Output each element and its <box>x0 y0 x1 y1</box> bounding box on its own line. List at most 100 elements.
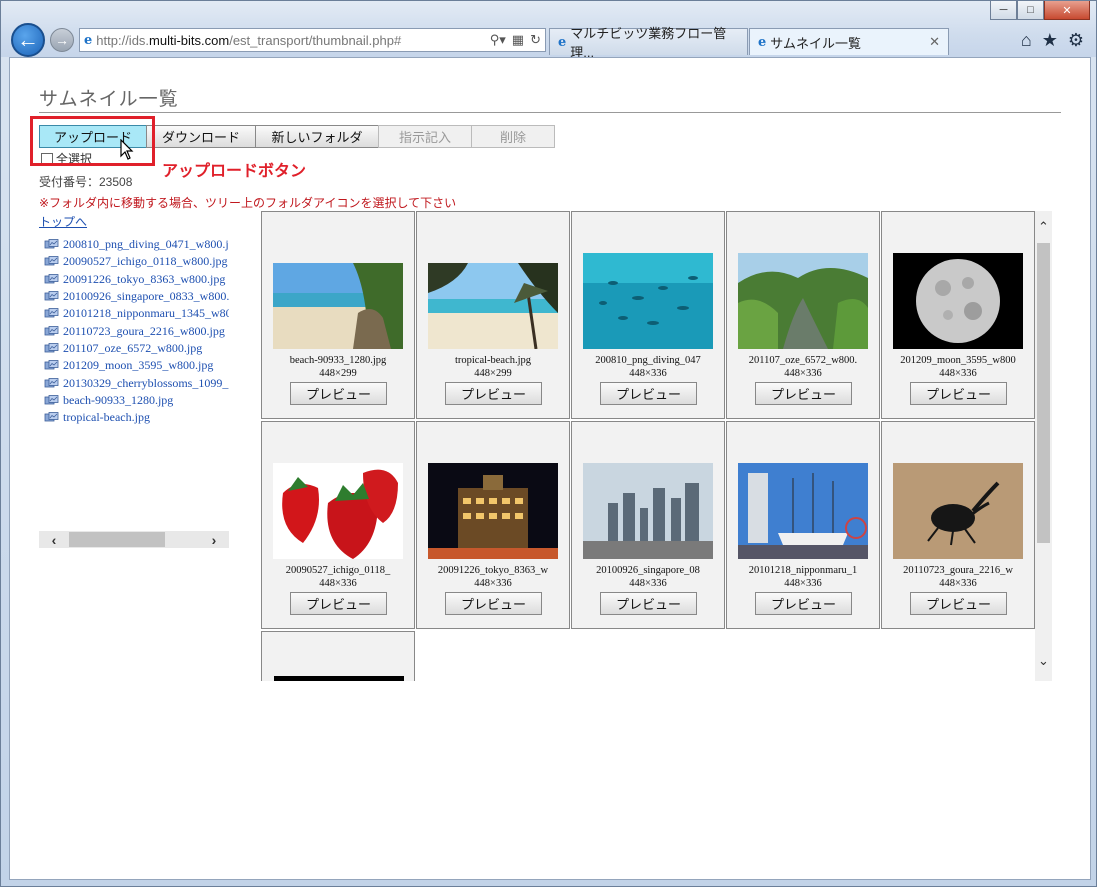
thumbnail-image-wrap <box>882 422 1034 562</box>
strawberry-image[interactable] <box>273 463 403 562</box>
thumbnail-card[interactable]: 20101218_nipponmaru_1 448×336 プレビュー <box>726 421 880 629</box>
preview-button[interactable]: プレビュー <box>445 382 542 405</box>
preview-button[interactable]: プレビュー <box>290 382 387 405</box>
thumbnail-image-wrap <box>262 422 414 562</box>
preview-button[interactable]: プレビュー <box>755 592 852 615</box>
tree-item[interactable]: beach-90933_1280.jpg <box>39 392 229 409</box>
tree-item[interactable]: 20110723_goura_2216_w800.jpg <box>39 322 229 339</box>
tree-item-label: 201209_moon_3595_w800.jpg <box>63 358 214 373</box>
tree-top-link[interactable]: トップへ <box>39 213 229 230</box>
refresh-icon[interactable]: ↻ <box>530 32 541 48</box>
tree-item[interactable]: 20130329_cherryblossoms_1099_ <box>39 374 229 391</box>
tree-horizontal-scrollbar[interactable]: ‹ › <box>39 531 229 548</box>
thumbnail-image-wrap <box>417 212 569 352</box>
preview-button[interactable]: プレビュー <box>600 592 697 615</box>
tree-item-label: tropical-beach.jpg <box>63 410 150 425</box>
browser-window: ─ □ ✕ ← → e http://ids. multi-bits.com/es… <box>0 0 1097 887</box>
thumbnail-card[interactable]: tropical-beach.jpg 448×299 プレビュー <box>416 211 570 419</box>
thumbnail-card[interactable] <box>261 631 415 681</box>
new-folder-button[interactable]: 新しいフォルダ <box>255 125 379 148</box>
thumbnail-card[interactable]: 20100926_singapore_08 448×336 プレビュー <box>571 421 725 629</box>
back-button[interactable]: ← <box>11 23 45 57</box>
tree-item-label: 20130329_cherryblossoms_1099_ <box>63 375 229 390</box>
scroll-left-icon[interactable]: ‹ <box>39 532 69 548</box>
minimize-button[interactable]: ─ <box>990 1 1017 20</box>
scroll-up-icon[interactable]: ⌃ <box>1035 219 1052 239</box>
tree-item[interactable]: 20101218_nipponmaru_1345_w80 <box>39 305 229 322</box>
tree-item[interactable]: 20100926_singapore_0833_w800. <box>39 288 229 305</box>
tab-thumbnail-list[interactable]: e サムネイル一覧 ✕ <box>749 28 949 55</box>
tree-item[interactable]: tropical-beach.jpg <box>39 409 229 426</box>
thumbnail-dimensions: 448×336 <box>784 368 822 379</box>
thumbnail-card[interactable]: 200810_png_diving_047 448×336 プレビュー <box>571 211 725 419</box>
scroll-thumb[interactable] <box>1037 243 1050 543</box>
gear-icon[interactable]: ⚙ <box>1068 30 1084 51</box>
favorites-star-icon[interactable]: ★ <box>1042 30 1058 51</box>
tree-item[interactable]: 20091226_tokyo_8363_w800.jpg <box>39 271 229 288</box>
tree-items: 200810_png_diving_0471_w800.j 20090527_ic… <box>39 236 229 426</box>
address-bar[interactable]: e http://ids. multi-bits.com/est_transpor… <box>79 28 546 52</box>
river-image[interactable] <box>738 253 868 352</box>
image-file-icon <box>44 256 59 266</box>
thumbnail-card[interactable]: 20090527_ichigo_0118_ 448×336 プレビュー <box>261 421 415 629</box>
compat-view-icon[interactable]: ▦ <box>512 32 524 48</box>
tropical-beach-image[interactable] <box>428 263 558 352</box>
preview-button[interactable]: プレビュー <box>290 592 387 615</box>
forward-button[interactable]: → <box>50 28 74 52</box>
thumbnail-dimensions: 448×336 <box>939 368 977 379</box>
thumbnail-image-wrap <box>417 422 569 562</box>
thumbnail-card[interactable]: beach-90933_1280.jpg 448×299 プレビュー <box>261 211 415 419</box>
preview-button[interactable]: プレビュー <box>445 592 542 615</box>
thumbnail-dimensions: 448×299 <box>474 368 512 379</box>
scroll-down-icon[interactable]: ⌄ <box>1035 653 1052 673</box>
download-button[interactable]: ダウンロード <box>146 125 256 148</box>
image-file-icon <box>44 308 59 318</box>
preview-button[interactable]: プレビュー <box>910 592 1007 615</box>
preview-button[interactable]: プレビュー <box>600 382 697 405</box>
singapore-skyline-image[interactable] <box>583 463 713 562</box>
address-prefix: http://ids. <box>96 32 150 48</box>
tree-item[interactable]: 201107_oze_6572_w800.jpg <box>39 340 229 357</box>
home-icon[interactable]: ⌂ <box>1021 30 1032 51</box>
tab-workflow[interactable]: e マルチビッツ業務フロー管理... <box>549 26 748 60</box>
image-file-icon <box>44 377 59 387</box>
close-tab-icon[interactable]: ✕ <box>929 34 940 50</box>
thumbnail-filename: 20091226_tokyo_8363_w <box>437 565 549 576</box>
window-controls: ─ □ ✕ <box>990 1 1090 20</box>
thumbnail-filename: 20101218_nipponmaru_1 <box>748 565 858 576</box>
tree-item[interactable]: 20090527_ichigo_0118_w800.jpg <box>39 253 229 270</box>
thumbnail-filename: beach-90933_1280.jpg <box>289 355 387 366</box>
upload-highlight-box <box>30 116 155 166</box>
thumbnail-dimensions: 448×299 <box>319 368 357 379</box>
scroll-right-icon[interactable]: › <box>199 532 229 548</box>
tokyo-night-image[interactable] <box>428 463 558 562</box>
diving-fish-image[interactable] <box>583 253 713 352</box>
image-file-icon <box>44 394 59 405</box>
thumbnail-image-wrap <box>262 212 414 352</box>
title-bar: ─ □ ✕ ← → e http://ids. multi-bits.com/es… <box>1 1 1096 60</box>
preview-button[interactable]: プレビュー <box>910 382 1007 405</box>
moon-image[interactable] <box>893 253 1023 352</box>
thumbnail-card[interactable]: 20110723_goura_2216_w 448×336 プレビュー <box>881 421 1035 629</box>
tree-item-label: 20110723_goura_2216_w800.jpg <box>63 323 225 338</box>
thumbnail-dimensions: 448×336 <box>629 578 667 589</box>
thumbnail-card[interactable]: 201209_moon_3595_w800 448×336 プレビュー <box>881 211 1035 419</box>
tree-item[interactable]: 201209_moon_3595_w800.jpg <box>39 357 229 374</box>
arrow-right-icon: → <box>55 32 69 48</box>
tree-item[interactable]: 200810_png_diving_0471_w800.j <box>39 236 229 253</box>
maximize-button[interactable]: □ <box>1017 1 1044 20</box>
beach-image[interactable] <box>273 263 403 352</box>
close-window-button[interactable]: ✕ <box>1044 1 1090 20</box>
address-domain: multi-bits.com <box>149 32 230 48</box>
scroll-thumb[interactable] <box>69 532 165 547</box>
ship-image[interactable] <box>738 463 868 562</box>
beetle-image[interactable] <box>893 463 1023 562</box>
image-file-icon <box>44 360 59 370</box>
search-icon[interactable]: ⚲▾ <box>490 32 506 48</box>
thumbnail-filename: 20090527_ichigo_0118_ <box>285 565 391 576</box>
thumbnail-card[interactable]: 201107_oze_6572_w800. 448×336 プレビュー <box>726 211 880 419</box>
grid-vertical-scrollbar[interactable]: ⌃ ⌄ <box>1035 211 1052 681</box>
thumbnail-filename: 201209_moon_3595_w800 <box>900 355 1016 366</box>
preview-button[interactable]: プレビュー <box>755 382 852 405</box>
thumbnail-card[interactable]: 20091226_tokyo_8363_w 448×336 プレビュー <box>416 421 570 629</box>
